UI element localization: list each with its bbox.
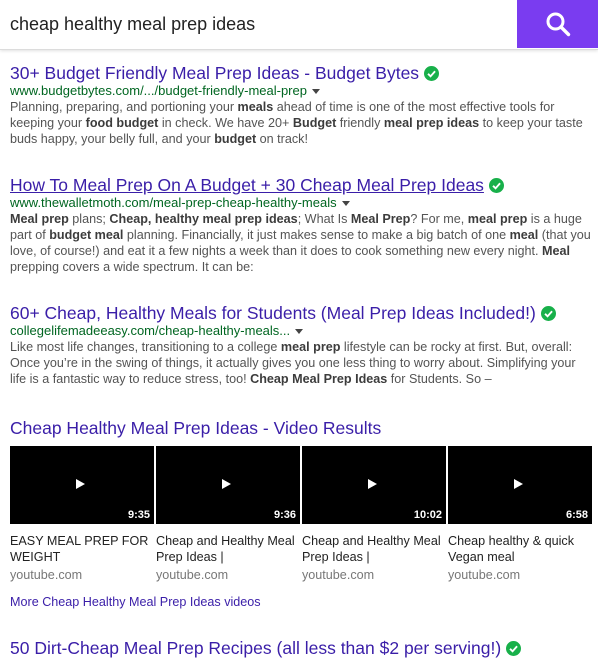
result-snippet: Planning, preparing, and portioning your… xyxy=(10,99,592,147)
verified-check-icon xyxy=(424,65,440,81)
result-url[interactable]: www.budgetbytes.com/.../budget-friendly-… xyxy=(10,83,307,99)
snippet-text: ; What Is xyxy=(297,212,351,226)
verified-check-icon xyxy=(506,640,522,656)
video-card[interactable]: 6:58 Cheap healthy & quick Vegan meal yo… xyxy=(448,446,592,582)
snippet-text: ? For me, xyxy=(410,212,468,226)
snippet-highlight: meal prep xyxy=(280,340,341,354)
video-duration: 9:36 xyxy=(273,509,296,521)
snippet-text: prepping covers a wide spectrum. It can … xyxy=(10,260,254,274)
snippet-text: for Students. So – xyxy=(387,372,492,386)
search-input[interactable] xyxy=(0,0,500,48)
video-title[interactable]: Cheap healthy & quick Vegan meal xyxy=(448,533,592,565)
video-source: youtube.com xyxy=(448,568,521,582)
result-title-row: 30+ Budget Friendly Meal Prep Ideas - Bu… xyxy=(10,63,592,83)
chevron-down-icon[interactable] xyxy=(341,200,350,206)
video-source: youtube.com xyxy=(302,568,375,582)
snippet-highlight: budget meal xyxy=(49,228,124,242)
video-title[interactable]: Cheap and Healthy Meal Prep Ideas | xyxy=(156,533,300,565)
video-results-heading[interactable]: Cheap Healthy Meal Prep Ideas - Video Re… xyxy=(10,418,381,439)
snippet-highlight: budget xyxy=(214,132,257,146)
video-duration: 6:58 xyxy=(565,509,588,521)
snippet-highlight: Cheap, healthy meal prep ideas xyxy=(109,212,298,226)
snippet-highlight: Meal xyxy=(542,244,571,258)
video-source: youtube.com xyxy=(10,568,83,582)
snippet-highlight: meal prep ideas xyxy=(383,116,480,130)
search-result: 30+ Budget Friendly Meal Prep Ideas - Bu… xyxy=(10,63,592,147)
verified-check-icon xyxy=(540,305,556,321)
result-url-row: www.thewalletmoth.com/meal-prep-cheap-he… xyxy=(10,195,592,211)
play-icon xyxy=(368,479,377,489)
result-url[interactable]: collegelifemadeeasy.com/cheap-healthy-me… xyxy=(10,323,290,339)
result-title-link[interactable]: 30+ Budget Friendly Meal Prep Ideas - Bu… xyxy=(10,63,419,83)
video-card[interactable]: 10:02 Cheap and Healthy Meal Prep Ideas … xyxy=(302,446,446,582)
result-url[interactable]: www.thewalletmoth.com/meal-prep-cheap-he… xyxy=(10,195,337,211)
chevron-down-icon[interactable] xyxy=(311,88,320,94)
snippet-highlight: Meal Prep xyxy=(350,212,411,226)
video-source: youtube.com xyxy=(156,568,229,582)
search-bar xyxy=(0,0,598,50)
result-title-row: 60+ Cheap, Healthy Meals for Students (M… xyxy=(10,303,592,323)
video-thumbnail[interactable]: 9:35 xyxy=(10,446,154,524)
video-duration: 10:02 xyxy=(413,509,442,521)
snippet-highlight: Meal prep xyxy=(10,212,69,226)
snippet-text: friendly xyxy=(336,116,384,130)
snippet-text: in check. We have 20+ xyxy=(158,116,293,130)
play-icon xyxy=(514,479,523,489)
video-duration: 9:35 xyxy=(127,509,150,521)
search-result: How To Meal Prep On A Budget + 30 Cheap … xyxy=(10,175,592,275)
result-url-row: www.budgetbytes.com/.../budget-friendly-… xyxy=(10,83,592,99)
video-card[interactable]: 9:35 EASY MEAL PREP FOR WEIGHT youtube.c… xyxy=(10,446,154,582)
chevron-down-icon[interactable] xyxy=(295,328,304,334)
more-videos-link[interactable]: More Cheap Healthy Meal Prep Ideas video… xyxy=(10,595,261,609)
video-thumbnail[interactable]: 10:02 xyxy=(302,446,446,524)
snippet-highlight: food budget xyxy=(85,116,159,130)
play-icon xyxy=(76,479,85,489)
snippet-highlight: meal prep xyxy=(467,212,528,226)
video-thumbnail[interactable]: 6:58 xyxy=(448,446,592,524)
search-icon xyxy=(546,12,570,37)
snippet-highlight: Cheap Meal Prep Ideas xyxy=(250,372,388,386)
snippet-highlight: meals xyxy=(237,100,274,114)
snippet-text: plans; xyxy=(68,212,110,226)
play-icon xyxy=(222,479,231,489)
snippet-highlight: Budget xyxy=(292,116,337,130)
snippet-text: planning. Financially, it just makes sen… xyxy=(123,228,510,242)
result-snippet: Like most life changes, transitioning to… xyxy=(10,339,592,387)
result-title-row: How To Meal Prep On A Budget + 30 Cheap … xyxy=(10,175,592,195)
search-result: 50 Dirt-Cheap Meal Prep Recipes (all les… xyxy=(10,638,592,658)
verified-check-icon xyxy=(488,177,504,193)
search-result: 60+ Cheap, Healthy Meals for Students (M… xyxy=(10,303,592,387)
snippet-text: on track! xyxy=(256,132,308,146)
snippet-text: Planning, preparing, and portioning your xyxy=(10,100,238,114)
video-card[interactable]: 9:36 Cheap and Healthy Meal Prep Ideas |… xyxy=(156,446,300,582)
result-title-link[interactable]: 60+ Cheap, Healthy Meals for Students (M… xyxy=(10,303,536,323)
result-title-link[interactable]: How To Meal Prep On A Budget + 30 Cheap … xyxy=(10,175,484,195)
snippet-text: Like most life changes, transitioning to… xyxy=(10,340,281,354)
result-snippet: Meal prep plans; Cheap, healthy meal pre… xyxy=(10,211,592,275)
result-url-row: collegelifemadeeasy.com/cheap-healthy-me… xyxy=(10,323,592,339)
video-thumbnail[interactable]: 9:36 xyxy=(156,446,300,524)
result-title-row: 50 Dirt-Cheap Meal Prep Recipes (all les… xyxy=(10,638,592,658)
video-title[interactable]: EASY MEAL PREP FOR WEIGHT xyxy=(10,533,154,565)
result-title-link[interactable]: 50 Dirt-Cheap Meal Prep Recipes (all les… xyxy=(10,638,501,658)
snippet-highlight: meal xyxy=(509,228,539,242)
video-title[interactable]: Cheap and Healthy Meal Prep Ideas | xyxy=(302,533,446,565)
search-button[interactable] xyxy=(517,0,598,48)
